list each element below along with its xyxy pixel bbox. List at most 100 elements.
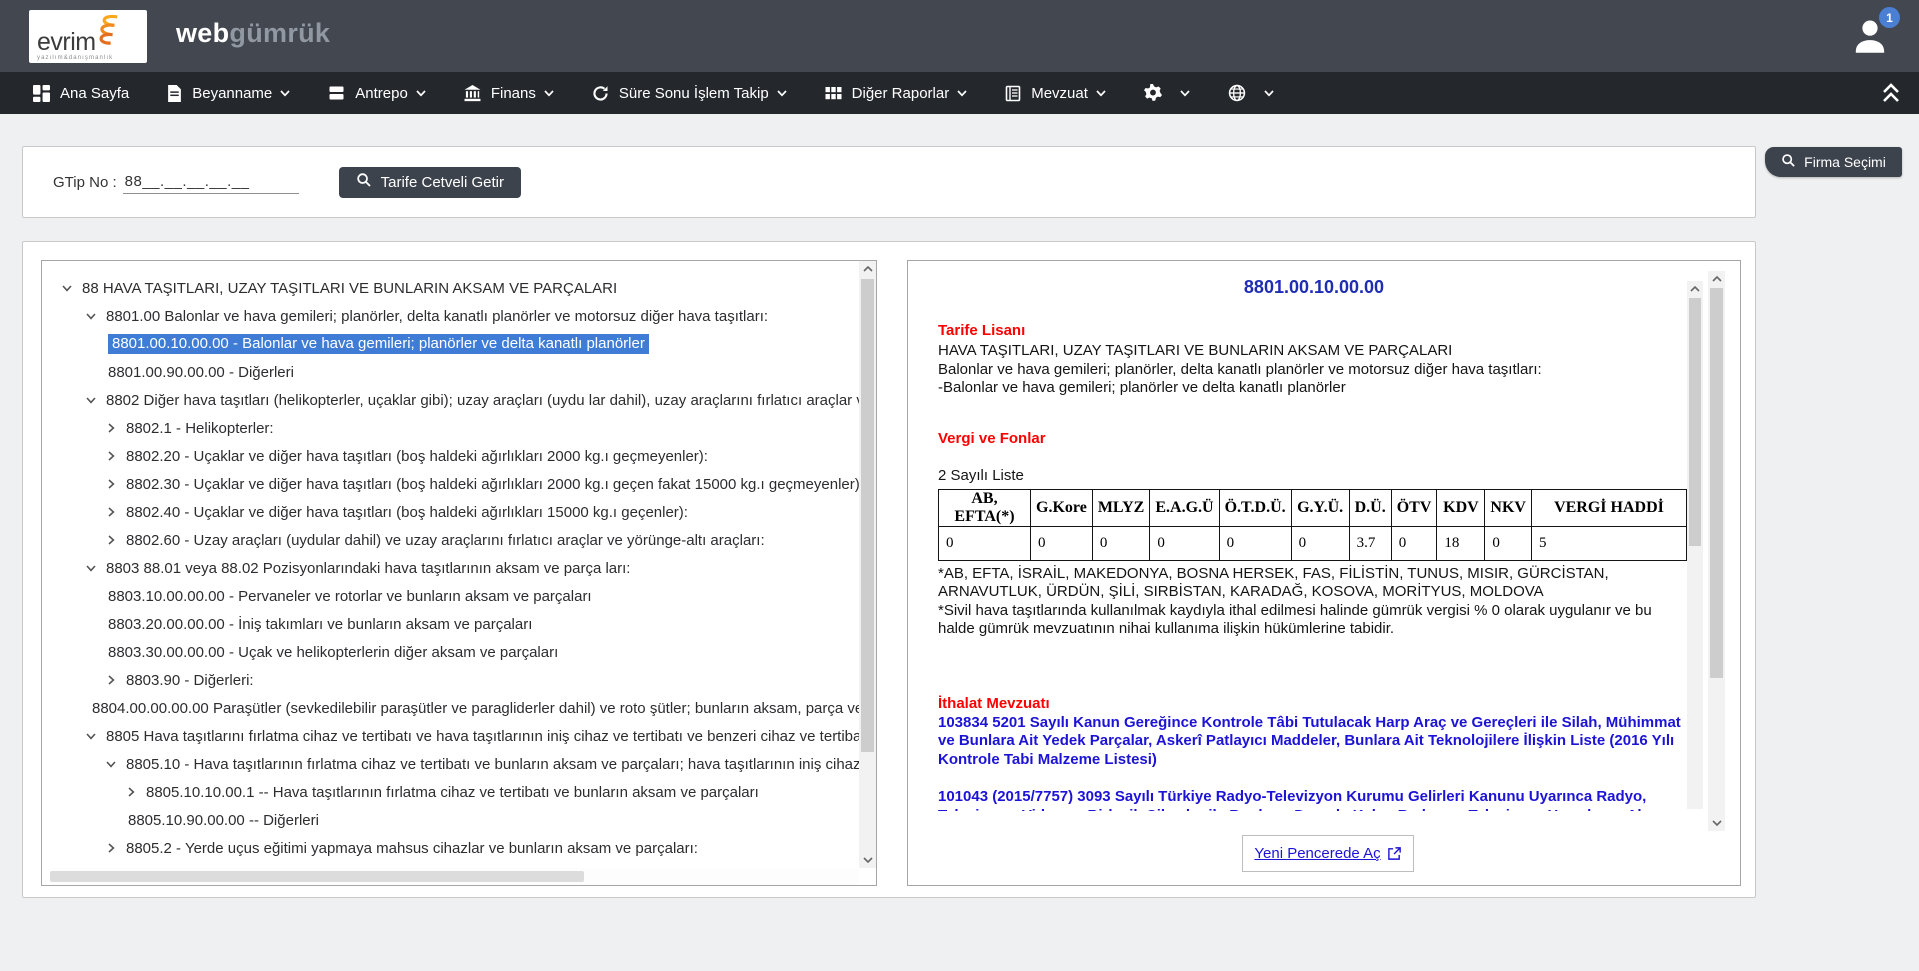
nav-item-finans[interactable]: Finans: [445, 72, 573, 114]
collapse-nav-icon[interactable]: [1879, 80, 1903, 111]
tax-table-header: KDV: [1437, 489, 1485, 526]
tax-table-header: ÖTV: [1391, 489, 1437, 526]
chevron-right-icon[interactable]: [104, 477, 118, 491]
user-icon: [1849, 45, 1891, 62]
nav-item-diger-raporlar[interactable]: Diğer Raporlar: [806, 72, 987, 114]
tree-node[interactable]: 8802.20 - Uçaklar ve diğer hava taşıtlar…: [42, 442, 859, 470]
tree-node[interactable]: 88 HAVA TAŞITLARI, UZAY TAŞITLARI VE BUN…: [42, 274, 859, 302]
chevron-right-icon[interactable]: [104, 673, 118, 687]
nav-item-beyanname[interactable]: Beyanname: [148, 72, 309, 114]
chevron-down-icon: [957, 90, 967, 97]
tax-table-value: 5: [1531, 526, 1686, 560]
tree-node-label: 8801.00.10.00.00 - Balonlar ve hava gemi…: [108, 334, 649, 354]
tree-node-label: 8804.00.00.00.00 Paraşütler (sevkedilebi…: [92, 700, 859, 717]
tree-node[interactable]: 8803.20.00.00.00 - İniş takımları ve bun…: [42, 610, 859, 638]
tax-table-value: 0: [1291, 526, 1349, 560]
main-nav: Ana SayfaBeyanname Antrepo Finans Süre Sonu…: [0, 72, 1919, 114]
gear-icon: [1144, 84, 1162, 102]
mevzuat-link[interactable]: 103834 5201 Sayılı Kanun Gereğince Kontr…: [938, 714, 1683, 770]
tree-node[interactable]: 8802.60 - Uzay araçları (uydular dahil) …: [42, 526, 859, 554]
chevron-down-icon[interactable]: [84, 309, 98, 323]
gtip-input[interactable]: [123, 171, 299, 194]
content-panel: 88 HAVA TAŞITLARI, UZAY TAŞITLARI VE BUN…: [22, 241, 1756, 898]
nav-item-ana-sayfa[interactable]: Ana Sayfa: [14, 72, 148, 114]
detail-inner-scrollbar[interactable]: [1687, 281, 1703, 809]
tree-node[interactable]: 8805 Hava taşıtlarını fırlatma cihaz ve …: [42, 722, 859, 750]
chevron-right-icon[interactable]: [104, 449, 118, 463]
scroll-up-icon[interactable]: [859, 261, 876, 277]
chevron-right-icon[interactable]: [104, 841, 118, 855]
tree-node[interactable]: 8801.00.10.00.00 - Balonlar ve hava gemi…: [42, 330, 859, 358]
tree-node[interactable]: 8802.1 - Helikopterler:: [42, 414, 859, 442]
chevron-down-icon: [416, 90, 426, 97]
mevzuat-link[interactable]: 101043 (2015/7757) 3093 Sayılı Türkiye R…: [938, 788, 1683, 811]
nav-item-label: Süre Sonu İşlem Takip: [619, 85, 769, 102]
tax-table-header: NKV: [1485, 489, 1532, 526]
evrim-logo: evrim yazılım&danışmanlık: [29, 10, 147, 63]
tree-node[interactable]: 8803.10.00.00.00 - Pervaneler ve rotorla…: [42, 582, 859, 610]
tree-node[interactable]: 8804.00.00.00.00 Paraşütler (sevkedilebi…: [42, 694, 859, 722]
chevron-right-icon[interactable]: [104, 421, 118, 435]
tree-node[interactable]: 8802.30 - Uçaklar ve diğer hava taşıtlar…: [42, 470, 859, 498]
tax-table-value: 0: [1391, 526, 1437, 560]
nav-item-antrepo[interactable]: Antrepo: [309, 72, 445, 114]
tarife-line: Balonlar ve hava gemileri; planörler, de…: [938, 361, 1690, 380]
open-new-window-button[interactable]: Yeni Pencerede Aç: [1242, 835, 1414, 872]
tax-table-value: 18: [1437, 526, 1485, 560]
tarife-cetveli-getir-button[interactable]: Tarife Cetveli Getir: [339, 167, 521, 198]
tree-node[interactable]: 8802 Diğer hava taşıtları (helikopterler…: [42, 386, 859, 414]
tree-node-label: 8805.10.10.00.1 -- Hava taşıtlarının fır…: [146, 784, 759, 801]
nav-item-language[interactable]: [1209, 72, 1293, 114]
tax-table-header: AB, EFTA(*): [939, 489, 1031, 526]
tree-vertical-scrollbar[interactable]: [859, 261, 876, 868]
tree-node-label: 8805.2 - Yerde uçus eğitimi yapmaya mahs…: [126, 840, 698, 857]
scroll-up-icon[interactable]: [1687, 281, 1703, 297]
tree-node[interactable]: 8803.90 - Diğerleri:: [42, 666, 859, 694]
scroll-up-icon[interactable]: [1708, 271, 1725, 287]
bank-icon: [464, 85, 481, 102]
nav-item-label: Antrepo: [355, 85, 408, 102]
nav-item-settings[interactable]: [1125, 72, 1209, 114]
chevron-right-icon[interactable]: [104, 505, 118, 519]
logo-subtitle: yazılım&danışmanlık: [37, 55, 141, 61]
document-icon: [167, 85, 182, 102]
tree-node[interactable]: 8805.10.10.00.1 -- Hava taşıtlarının fır…: [42, 778, 859, 806]
tree-node[interactable]: 8803 88.01 veya 88.02 Pozisyonlarındaki …: [42, 554, 859, 582]
detail-outer-scrollbar[interactable]: [1708, 271, 1725, 831]
tree-node[interactable]: 8801.00 Balonlar ve hava gemileri; planö…: [42, 302, 859, 330]
tree-node[interactable]: 8803.30.00.00.00 - Uçak ve helikopterler…: [42, 638, 859, 666]
tree-node[interactable]: 8801.00.90.00.00 - Diğerleri: [42, 358, 859, 386]
logo-text: evrim: [37, 29, 96, 55]
firma-secimi-button[interactable]: Firma Seçimi: [1765, 147, 1902, 177]
app-title: webgümrük: [176, 18, 330, 49]
nav-item-mevzuat[interactable]: Mevzuat: [986, 72, 1125, 114]
chevron-right-icon[interactable]: [104, 533, 118, 547]
tax-table-header: E.A.G.Ü: [1150, 489, 1219, 526]
chevron-down-icon[interactable]: [84, 729, 98, 743]
tax-table-header: MLYZ: [1092, 489, 1150, 526]
scroll-down-icon[interactable]: [1708, 815, 1725, 831]
chevron-down-icon[interactable]: [104, 757, 118, 771]
chevron-down-icon[interactable]: [84, 393, 98, 407]
chevron-down-icon[interactable]: [84, 561, 98, 575]
tree-node[interactable]: 8805.2 - Yerde uçus eğitimi yapmaya mahs…: [42, 834, 859, 862]
book-icon: [1005, 85, 1021, 102]
tax-table-header: G.Y.Ü.: [1291, 489, 1349, 526]
user-menu[interactable]: 1: [1849, 16, 1893, 60]
tree-node-label: 8801.00.90.00.00 - Diğerleri: [108, 364, 294, 381]
scroll-down-icon[interactable]: [859, 852, 876, 868]
chevron-down-icon[interactable]: [60, 281, 74, 295]
nav-item-label: Finans: [491, 85, 536, 102]
logo-swirl-icon: [92, 14, 120, 51]
chevron-right-icon[interactable]: [124, 785, 138, 799]
tree-horizontal-scrollbar[interactable]: [50, 868, 859, 885]
nav-item-sure-sonu-islem-takip[interactable]: Süre Sonu İşlem Takip: [573, 72, 806, 114]
tree-node-label: 8803 88.01 veya 88.02 Pozisyonlarındaki …: [106, 560, 630, 577]
tree-node[interactable]: 8802.40 - Uçaklar ve diğer hava taşıtlar…: [42, 498, 859, 526]
tax-table-value: 0: [939, 526, 1031, 560]
warehouse-icon: [328, 85, 345, 101]
tree-node[interactable]: 8805.10 - Hava taşıtlarının fırlatma cih…: [42, 750, 859, 778]
nav-item-label: Diğer Raporlar: [852, 85, 950, 102]
tree-node-label: 8805.10.90.00.00 -- Diğerleri: [128, 812, 319, 829]
tree-node[interactable]: 8805.10.90.00.00 -- Diğerleri: [42, 806, 859, 834]
